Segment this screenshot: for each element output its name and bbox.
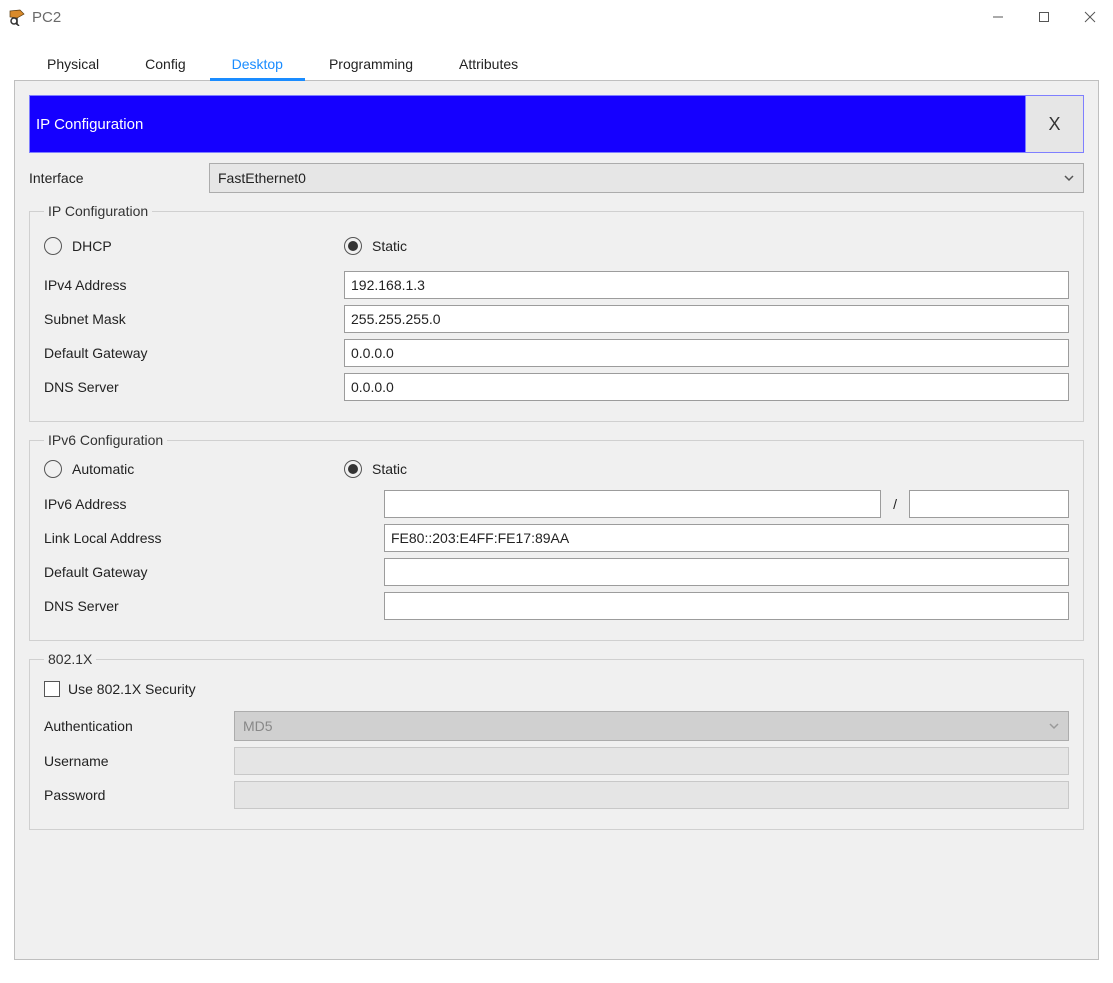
dot1x-password-label: Password [44, 787, 234, 803]
ipv6-address-input[interactable] [384, 490, 881, 518]
ipv6-config-group: IPv6 Configuration Automatic Static [29, 432, 1084, 641]
window-close-button[interactable] [1067, 0, 1113, 34]
desktop-panel: IP Configuration X Interface FastEtherne… [14, 80, 1099, 960]
ipv6-linklocal-label: Link Local Address [44, 530, 384, 546]
subnet-mask-input[interactable] [344, 305, 1069, 333]
subnet-mask-row: Subnet Mask [44, 305, 1069, 333]
dot1x-auth-label: Authentication [44, 718, 234, 734]
ipv6-static-label: Static [372, 461, 407, 477]
dot1x-username-input [234, 747, 1069, 775]
tab-desktop[interactable]: Desktop [209, 47, 306, 80]
tab-config[interactable]: Config [122, 47, 208, 80]
ip-config-group: IP Configuration DHCP Static [29, 203, 1084, 422]
dot1x-auth-selected: MD5 [243, 718, 273, 734]
ip-config-title: IP Configuration [30, 96, 1025, 152]
dot1x-auth-row: Authentication MD5 [44, 711, 1069, 741]
app-window: PC2 Physical Config Desktop Programming … [0, 0, 1113, 983]
tab-bar: Physical Config Desktop Programming Attr… [24, 44, 1099, 80]
subnet-mask-label: Subnet Mask [44, 311, 344, 327]
dot1x-username-row: Username [44, 747, 1069, 775]
checkbox-icon [44, 681, 60, 697]
ipv6-gateway-label: Default Gateway [44, 564, 384, 580]
tab-attributes[interactable]: Attributes [436, 47, 541, 80]
ipv6-prefix-separator: / [889, 496, 901, 512]
minimize-button[interactable] [975, 0, 1021, 34]
ipv4-dhcp-radio[interactable]: DHCP [44, 237, 112, 255]
ipv6-dns-input[interactable] [384, 592, 1069, 620]
ipv6-prefix-input[interactable] [909, 490, 1069, 518]
dot1x-auth-select: MD5 [234, 711, 1069, 741]
ipv6-linklocal-row: Link Local Address [44, 524, 1069, 552]
radio-icon [44, 460, 62, 478]
dot1x-use-checkbox[interactable]: Use 802.1X Security [44, 667, 1069, 705]
ipv4-static-radio[interactable]: Static [344, 237, 407, 255]
interface-row: Interface FastEthernet0 [29, 163, 1084, 193]
ipv4-dns-input[interactable] [344, 373, 1069, 401]
ipv6-linklocal-input[interactable] [384, 524, 1069, 552]
dot1x-password-input [234, 781, 1069, 809]
ipv6-dns-row: DNS Server [44, 592, 1069, 620]
ip-config-legend: IP Configuration [44, 203, 152, 219]
interface-select[interactable]: FastEthernet0 [209, 163, 1084, 193]
ipv4-dns-row: DNS Server [44, 373, 1069, 401]
ip-config-close-button[interactable]: X [1025, 96, 1083, 152]
ipv4-static-label: Static [372, 238, 407, 254]
ipv6-gateway-input[interactable] [384, 558, 1069, 586]
radio-icon [44, 237, 62, 255]
content-area: Physical Config Desktop Programming Attr… [0, 34, 1113, 983]
ipv4-address-input[interactable] [344, 271, 1069, 299]
dot1x-group: 802.1X Use 802.1X Security Authenticatio… [29, 651, 1084, 830]
radio-icon [344, 460, 362, 478]
maximize-button[interactable] [1021, 0, 1067, 34]
ipv4-gateway-row: Default Gateway [44, 339, 1069, 367]
ipv4-mode-row: DHCP Static [44, 219, 1069, 265]
ipv6-address-label: IPv6 Address [44, 496, 384, 512]
ipv4-address-row: IPv4 Address [44, 271, 1069, 299]
ipv6-static-radio[interactable]: Static [344, 460, 407, 478]
radio-icon [344, 237, 362, 255]
ipv6-mode-row: Automatic Static [44, 448, 1069, 484]
dot1x-legend: 802.1X [44, 651, 96, 667]
ipv4-dhcp-label: DHCP [72, 238, 112, 254]
dot1x-use-label: Use 802.1X Security [68, 681, 196, 697]
tab-physical[interactable]: Physical [24, 47, 122, 80]
ipv6-address-row: IPv6 Address / [44, 490, 1069, 518]
ip-config-header: IP Configuration X [29, 95, 1084, 153]
dot1x-username-label: Username [44, 753, 234, 769]
ipv6-gateway-row: Default Gateway [44, 558, 1069, 586]
chevron-down-icon [1063, 172, 1075, 184]
ipv6-automatic-label: Automatic [72, 461, 134, 477]
ipv4-gateway-label: Default Gateway [44, 345, 344, 361]
interface-label: Interface [29, 170, 209, 186]
dot1x-password-row: Password [44, 781, 1069, 809]
ipv4-address-label: IPv4 Address [44, 277, 344, 293]
interface-selected: FastEthernet0 [218, 170, 306, 186]
ipv4-dns-label: DNS Server [44, 379, 344, 395]
ipv6-dns-label: DNS Server [44, 598, 384, 614]
window-title: PC2 [32, 9, 61, 26]
app-icon [8, 8, 26, 26]
ipv6-automatic-radio[interactable]: Automatic [44, 460, 134, 478]
tab-programming[interactable]: Programming [306, 47, 436, 80]
titlebar: PC2 [0, 0, 1113, 34]
chevron-down-icon [1048, 720, 1060, 732]
ipv6-config-legend: IPv6 Configuration [44, 432, 167, 448]
ipv4-gateway-input[interactable] [344, 339, 1069, 367]
